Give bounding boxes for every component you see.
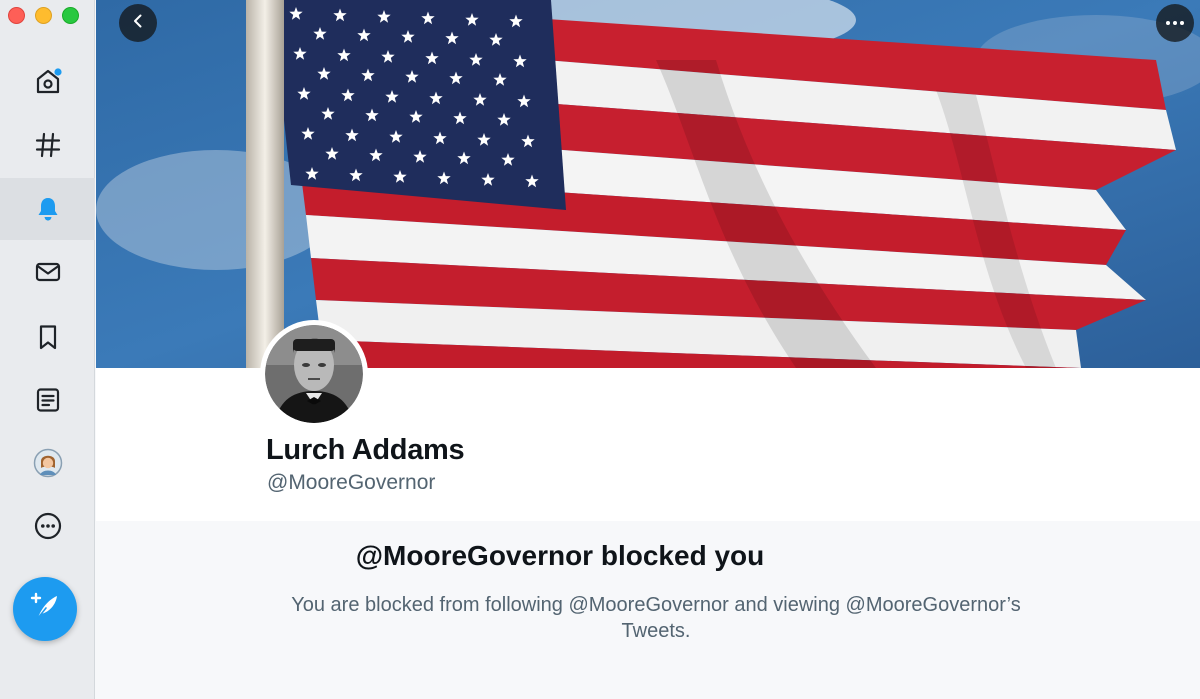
window-close-button[interactable] bbox=[8, 7, 25, 24]
profile-handle: @MooreGovernor bbox=[267, 471, 436, 494]
sidebar-item-explore[interactable] bbox=[0, 114, 95, 176]
sidebar-item-profile[interactable] bbox=[0, 432, 95, 494]
back-button[interactable] bbox=[119, 4, 157, 42]
profile-header bbox=[96, 368, 1200, 521]
profile-display-name: Lurch Addams bbox=[266, 434, 465, 466]
ellipsis-icon bbox=[1165, 14, 1185, 32]
bookmark-icon bbox=[34, 323, 62, 351]
sidebar bbox=[0, 0, 95, 699]
profile-avatar[interactable] bbox=[260, 320, 368, 428]
bell-icon bbox=[34, 195, 62, 223]
blocked-description: You are blocked from following @MooreGov… bbox=[291, 594, 1021, 642]
compose-feather-icon bbox=[28, 590, 62, 629]
more-options-button[interactable] bbox=[1156, 4, 1194, 42]
avatar-icon bbox=[33, 448, 63, 478]
blocked-title: @MooreGovernor blocked you bbox=[355, 540, 765, 571]
list-icon bbox=[34, 386, 62, 414]
main-content: Lurch Addams @MooreGovernor @MooreGovern… bbox=[96, 0, 1200, 699]
window-controls bbox=[8, 7, 79, 24]
profile-banner bbox=[96, 0, 1200, 368]
envelope-icon bbox=[34, 258, 62, 286]
compose-tweet-button[interactable] bbox=[13, 577, 77, 641]
home-icon bbox=[33, 66, 63, 96]
more-circle-icon bbox=[33, 511, 63, 541]
sidebar-item-messages[interactable] bbox=[0, 241, 95, 303]
sidebar-item-home[interactable] bbox=[0, 50, 95, 112]
chevron-left-icon bbox=[130, 13, 146, 34]
sidebar-item-lists[interactable] bbox=[0, 369, 95, 431]
sidebar-item-notifications[interactable] bbox=[0, 178, 95, 240]
sidebar-item-bookmarks[interactable] bbox=[0, 306, 95, 368]
window-minimize-button[interactable] bbox=[35, 7, 52, 24]
window-maximize-button[interactable] bbox=[62, 7, 79, 24]
hashtag-icon bbox=[34, 131, 62, 159]
